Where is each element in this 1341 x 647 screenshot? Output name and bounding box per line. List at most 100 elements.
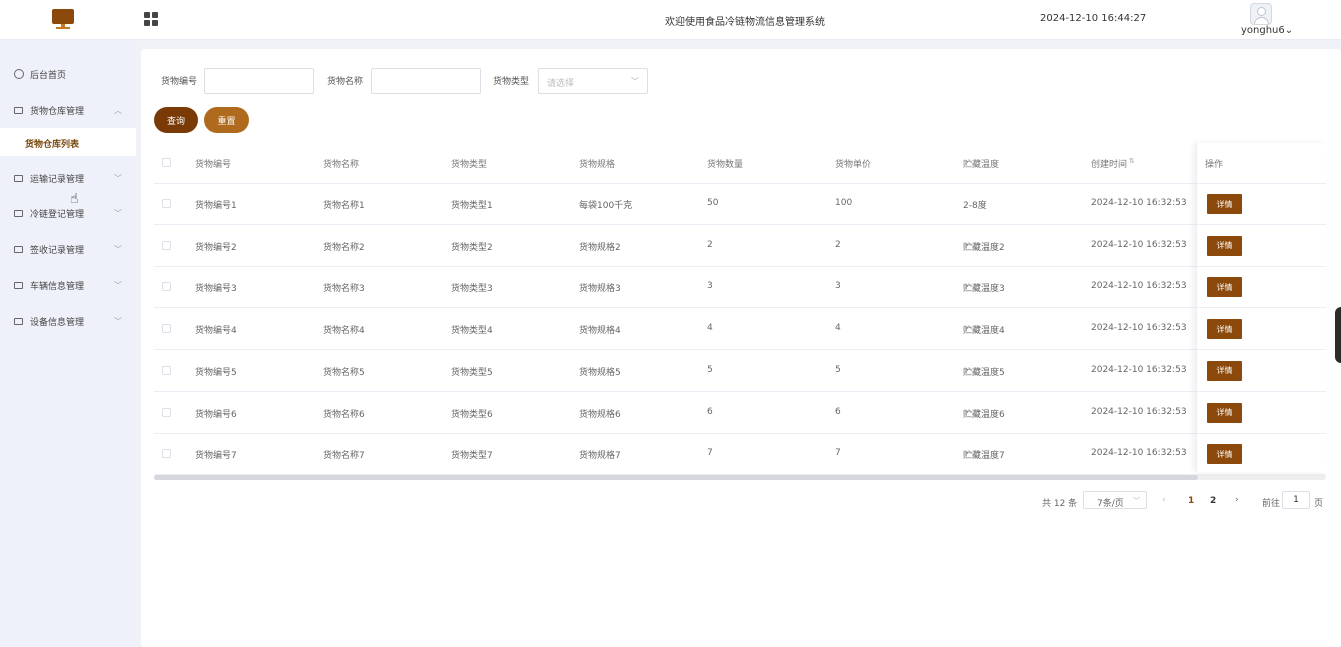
chevron-down-icon: ﹀ bbox=[114, 244, 122, 254]
cell-created: 2024-12-10 16:32:53 bbox=[1091, 198, 1187, 208]
card-icon bbox=[14, 174, 23, 182]
chevron-down-icon: ﹀ bbox=[631, 77, 639, 86]
cell-code: 货物编号3 bbox=[195, 284, 237, 295]
chevron-down-icon: ⌄ bbox=[1284, 25, 1294, 36]
name-filter-input[interactable] bbox=[371, 68, 481, 94]
cell-spec: 货物规格7 bbox=[579, 451, 621, 462]
cell-temperature: 贮藏温度4 bbox=[963, 326, 1005, 337]
cell-type: 货物类型7 bbox=[451, 451, 493, 462]
cell-spec: 货物规格6 bbox=[579, 409, 621, 420]
username-label: yonghu6 bbox=[1241, 25, 1285, 36]
top-header: 欢迎使用食品冷链物流信息管理系统 2024-12-10 16:44:27 yon… bbox=[0, 0, 1341, 40]
horizontal-scrollbar[interactable] bbox=[154, 475, 1198, 480]
cell-type: 货物类型6 bbox=[451, 409, 493, 420]
page-1-button[interactable]: 1 bbox=[1188, 496, 1194, 506]
goto-page-input[interactable] bbox=[1282, 491, 1310, 509]
card-icon bbox=[14, 209, 23, 217]
chevron-down-icon: ﹀ bbox=[114, 316, 122, 326]
system-title: 欢迎使用食品冷链物流信息管理系统 bbox=[665, 17, 825, 28]
cell-name: 货物名称6 bbox=[323, 409, 365, 420]
sidebar-subitem-label: 货物仓库列表 bbox=[25, 140, 80, 150]
table-row: 货物编号5 货物名称5 货物类型5 货物规格5 5 5 贮藏温度5 2024-12-10 16… bbox=[154, 351, 1326, 392]
sidebar: 后台首页 货物仓库管理 ︿ 货物仓库列表 运输记录管理 ﹀ 冷链登记管理 ﹀ 签… bbox=[0, 40, 136, 647]
sidebar-item-label: 冷链登记管理 bbox=[30, 209, 85, 220]
cell-quantity: 6 bbox=[707, 406, 713, 417]
sidebar-subitem-warehouse-list[interactable]: 货物仓库列表 bbox=[0, 128, 136, 156]
cell-created: 2024-12-10 16:32:53 bbox=[1091, 364, 1187, 375]
table-row: 货物编号2 货物名称2 货物类型2 货物规格2 2 2 贮藏温度2 2024-12-10 16… bbox=[154, 226, 1326, 267]
column-header-created[interactable]: 创建时间 bbox=[1091, 157, 1127, 170]
cell-name: 货物名称3 bbox=[323, 284, 365, 295]
row-checkbox[interactable] bbox=[162, 324, 171, 334]
user-avatar-icon[interactable] bbox=[1250, 3, 1272, 25]
table-header-row: 货物编号 货物名称 货物类型 货物规格 货物数量 货物单价 贮藏温度 创建时间 … bbox=[154, 143, 1326, 184]
cell-temperature: 贮藏温度6 bbox=[963, 409, 1005, 420]
sidebar-item-label: 签收记录管理 bbox=[30, 245, 85, 256]
cell-price: 4 bbox=[835, 323, 841, 334]
cell-name: 货物名称7 bbox=[323, 451, 365, 462]
prev-page-button[interactable]: ‹ bbox=[1162, 495, 1166, 505]
cell-spec: 货物规格3 bbox=[579, 284, 621, 295]
column-header-spec: 货物规格 bbox=[579, 160, 616, 170]
cell-temperature: 贮藏温度5 bbox=[963, 367, 1005, 378]
grid-menu-icon[interactable] bbox=[144, 12, 158, 26]
cell-type: 货物类型3 bbox=[451, 284, 493, 295]
side-drawer-handle[interactable] bbox=[1335, 307, 1341, 363]
row-checkbox[interactable] bbox=[162, 407, 171, 417]
cell-price: 3 bbox=[835, 281, 841, 292]
row-checkbox[interactable] bbox=[162, 199, 171, 208]
cell-type: 货物类型1 bbox=[451, 201, 493, 211]
cell-name: 货物名称4 bbox=[323, 326, 365, 337]
select-placeholder: 请选择 bbox=[547, 79, 575, 89]
card-icon bbox=[14, 106, 23, 114]
cell-price: 7 bbox=[835, 448, 841, 459]
chevron-down-icon: ﹀ bbox=[1133, 497, 1140, 505]
sidebar-item-warehouse[interactable]: 货物仓库管理 ︿ bbox=[0, 96, 136, 124]
sidebar-item-home[interactable]: 后台首页 bbox=[0, 60, 136, 88]
cell-code: 货物编号6 bbox=[195, 409, 237, 420]
row-checkbox[interactable] bbox=[162, 365, 171, 375]
row-checkbox[interactable] bbox=[162, 240, 171, 250]
card-icon bbox=[14, 281, 23, 289]
page-2-button[interactable]: 2 bbox=[1210, 496, 1216, 506]
chevron-down-icon: ﹀ bbox=[114, 173, 122, 183]
fixed-action-column bbox=[1196, 143, 1326, 472]
cell-code: 货物编号7 bbox=[195, 451, 237, 462]
table-row: 货物编号7 货物名称7 货物类型7 货物规格7 7 7 贮藏温度7 2024-12-10 16… bbox=[154, 434, 1326, 476]
cell-code: 货物编号1 bbox=[195, 201, 237, 211]
column-header-code: 货物编号 bbox=[195, 160, 232, 170]
reset-button[interactable]: 重置 bbox=[204, 107, 249, 133]
user-dropdown[interactable]: yonghu6⌄ bbox=[1241, 25, 1293, 36]
goto-suffix: 页 bbox=[1314, 499, 1324, 509]
sidebar-item-label: 后台首页 bbox=[30, 70, 67, 81]
sidebar-item-coldchain[interactable]: 冷链登记管理 ﹀ bbox=[0, 199, 136, 227]
cell-temperature: 贮藏温度2 bbox=[963, 242, 1005, 253]
cell-code: 货物编号4 bbox=[195, 326, 237, 337]
code-filter-input[interactable] bbox=[204, 68, 314, 94]
cell-type: 货物类型5 bbox=[451, 367, 493, 378]
table-row: 货物编号1 货物名称1 货物类型1 每袋100千克 50 100 2-8度 2024-12-1… bbox=[154, 184, 1326, 225]
sidebar-item-equipment[interactable]: 设备信息管理 ﹀ bbox=[0, 307, 136, 335]
sidebar-item-vehicle[interactable]: 车辆信息管理 ﹀ bbox=[0, 271, 136, 299]
table-row: 货物编号4 货物名称4 货物类型4 货物规格4 4 4 贮藏温度4 2024-12-10 16… bbox=[154, 309, 1326, 351]
cell-created: 2024-12-10 16:32:53 bbox=[1091, 281, 1187, 292]
table-row: 货物编号6 货物名称6 货物类型6 货物规格6 6 6 贮藏温度6 2024-12-10 16… bbox=[154, 393, 1326, 434]
cell-price: 6 bbox=[835, 406, 841, 417]
cell-price: 5 bbox=[835, 364, 841, 375]
column-header-temperature: 贮藏温度 bbox=[963, 160, 1000, 170]
next-page-button[interactable]: › bbox=[1235, 495, 1239, 505]
cell-name: 货物名称2 bbox=[323, 242, 365, 253]
cell-created: 2024-12-10 16:32:53 bbox=[1091, 323, 1187, 334]
type-filter-select[interactable]: 请选择 ﹀ bbox=[538, 68, 648, 94]
row-checkbox[interactable] bbox=[162, 449, 171, 459]
cell-temperature: 2-8度 bbox=[963, 201, 987, 211]
select-all-checkbox[interactable] bbox=[162, 158, 171, 167]
row-checkbox[interactable] bbox=[162, 282, 171, 292]
cell-spec: 货物规格5 bbox=[579, 367, 621, 378]
sidebar-item-signoff[interactable]: 签收记录管理 ﹀ bbox=[0, 235, 136, 263]
sidebar-item-transport[interactable]: 运输记录管理 ﹀ bbox=[0, 164, 136, 192]
cell-temperature: 贮藏温度3 bbox=[963, 284, 1005, 295]
sort-icon[interactable]: ⇅ bbox=[1129, 157, 1135, 165]
search-button[interactable]: 查询 bbox=[154, 107, 198, 133]
page-size-select[interactable]: 7条/页 ﹀ bbox=[1083, 491, 1147, 509]
